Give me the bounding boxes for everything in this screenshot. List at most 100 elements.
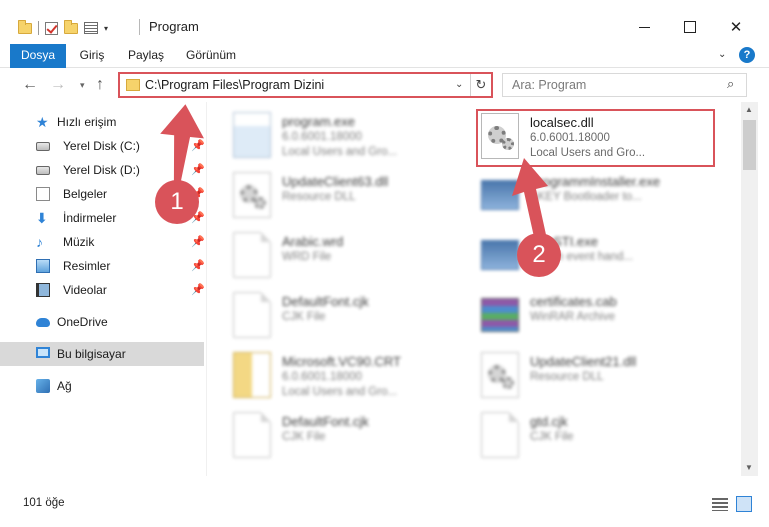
file-icon [233, 412, 271, 458]
search-input[interactable]: Ara: Program ⌕ [502, 73, 747, 97]
properties-icon[interactable] [84, 22, 98, 34]
file-icon [233, 232, 271, 278]
tab-share[interactable]: Paylaş [121, 44, 171, 67]
search-placeholder: Ara: Program [512, 78, 587, 92]
scroll-up-icon[interactable]: ▲ [745, 105, 753, 114]
cloud-icon [36, 318, 50, 327]
file-icon [233, 292, 271, 338]
pictures-icon [36, 259, 50, 273]
customize-toolbar-caret-icon[interactable]: ▾ [104, 24, 108, 33]
file-item[interactable]: Arabic.wrd WRD File [233, 228, 477, 286]
up-arrow-icon[interactable]: ↑ [96, 76, 104, 94]
file-description: Resource DLL [282, 191, 356, 203]
sidebar-item-label: İndirmeler [63, 211, 117, 225]
star-icon: ★ [36, 114, 49, 130]
file-name: UpdateClient21.dll [530, 354, 637, 369]
sidebar-item-videos[interactable]: Videolar 📌 [0, 278, 205, 302]
sidebar-item-onedrive[interactable]: OneDrive [0, 310, 204, 334]
sidebar-item-label: Hızlı erişim [57, 115, 117, 129]
videos-icon [36, 283, 50, 297]
file-item[interactable]: certificates.cab WinRAR Archive [481, 288, 725, 346]
help-icon[interactable]: ? [739, 47, 755, 63]
sidebar-item-label: Müzik [63, 235, 95, 249]
file-item[interactable]: gtd.cjk CJK File [481, 408, 725, 466]
details-view-icon[interactable] [712, 498, 728, 511]
maximize-button[interactable] [667, 12, 713, 42]
file-description: Local Users and Gro... [282, 146, 398, 158]
pin-icon[interactable]: 📌 [191, 259, 205, 272]
sidebar-item-label: Yerel Disk (C:) [63, 139, 140, 153]
downloads-icon: ⬇ [36, 210, 48, 226]
drive-icon [36, 166, 50, 175]
file-description: Resource DLL [530, 371, 604, 383]
file-name: program.exe [282, 114, 355, 129]
refresh-icon[interactable]: ↻ [470, 74, 491, 96]
file-name: gtd.cjk [530, 414, 568, 429]
search-icon[interactable]: ⌕ [727, 76, 734, 92]
file-name: Microsoft.VC90.CRT [282, 354, 401, 369]
sidebar-item-label: Videolar [63, 283, 107, 297]
toolbar-separator [38, 21, 39, 35]
vertical-scrollbar[interactable]: ▲ ▼ [741, 102, 758, 476]
file-version: 6.0.6001.18000 [282, 371, 362, 383]
item-count: 101 öğe [23, 497, 65, 509]
sidebar-item-this-pc[interactable]: Bu bilgisayar [0, 342, 204, 366]
address-path[interactable]: C:\Program Files\Program Dizini [145, 78, 324, 92]
sidebar-item-label: Yerel Disk (D:) [63, 163, 140, 177]
sidebar-item-label: Belgeler [63, 187, 108, 201]
minimize-button[interactable] [621, 12, 667, 42]
file-description: WinRAR Archive [530, 311, 615, 323]
new-folder-icon[interactable] [64, 19, 78, 34]
quick-access-toolbar: ▾ [18, 17, 108, 39]
manifest-icon [233, 352, 271, 398]
sidebar-item-label: Resimler [63, 259, 111, 273]
documents-icon [36, 187, 50, 201]
window-title: Program [149, 19, 199, 34]
sidebar-item-label: Bu bilgisayar [57, 347, 126, 361]
step-badge-2: 2 [517, 233, 561, 277]
sidebar-item-label: OneDrive [57, 315, 108, 329]
scroll-down-icon[interactable]: ▼ [745, 463, 753, 472]
music-icon: ♪ [36, 234, 43, 250]
file-item[interactable]: DefaultFont.cjk CJK File [233, 408, 477, 466]
file-item[interactable]: program.exe 6.0.6001.18000 Local Users a… [233, 108, 477, 166]
sidebar-item-music[interactable]: ♪ Müzik 📌 [0, 230, 205, 254]
file-description: CJK File [530, 431, 574, 443]
executable-icon [233, 112, 271, 158]
file-version: 6.0.6001.18000 [282, 131, 362, 143]
dll-settings-icon [233, 172, 271, 218]
forward-arrow-icon[interactable]: → [50, 76, 66, 94]
tab-view[interactable]: Görünüm [180, 44, 242, 67]
file-name: certificates.cab [530, 294, 617, 309]
expand-ribbon-chevron-icon[interactable]: ⌄ [718, 49, 726, 60]
folder-icon [126, 79, 140, 91]
address-dropdown-chevron-icon[interactable]: ⌄ [455, 79, 463, 90]
file-item[interactable]: DefaultFont.cjk CJK File [233, 288, 477, 346]
pin-icon[interactable]: 📌 [191, 235, 205, 248]
sidebar-item-network[interactable]: Ağ [0, 374, 204, 398]
back-arrow-icon[interactable]: ← [22, 76, 38, 94]
pin-icon[interactable]: 📌 [191, 283, 205, 296]
tab-home[interactable]: Giriş [70, 44, 114, 67]
recent-locations-chevron-icon[interactable]: ▾ [80, 80, 85, 91]
archive-icon [481, 298, 519, 332]
file-description: WRD File [282, 251, 332, 263]
dll-settings-icon [481, 352, 519, 398]
file-name: DefaultFont.cjk [282, 294, 369, 309]
properties-check-icon[interactable] [45, 21, 58, 35]
address-bar[interactable]: C:\Program Files\Program Dizini ⌄ ↻ [118, 72, 493, 98]
file-item[interactable]: Microsoft.VC90.CRT 6.0.6001.18000 Local … [233, 348, 477, 406]
file-item[interactable]: UpdateClient21.dll Resource DLL [481, 348, 725, 406]
status-bar: 101 öğe [0, 476, 769, 527]
step-badge-1: 1 [155, 180, 199, 224]
scrollbar-thumb[interactable] [743, 120, 756, 170]
file-item[interactable]: UpdateClient63.dll Resource DLL [233, 168, 477, 226]
large-icons-view-icon[interactable] [736, 496, 752, 512]
close-button[interactable]: ✕ [713, 12, 759, 42]
computer-icon [36, 347, 50, 358]
file-name: Arabic.wrd [282, 234, 344, 249]
sidebar-item-pictures[interactable]: Resimler 📌 [0, 254, 205, 278]
file-description: CJK File [282, 311, 326, 323]
file-icon [481, 412, 519, 458]
folder-icon [18, 19, 32, 34]
